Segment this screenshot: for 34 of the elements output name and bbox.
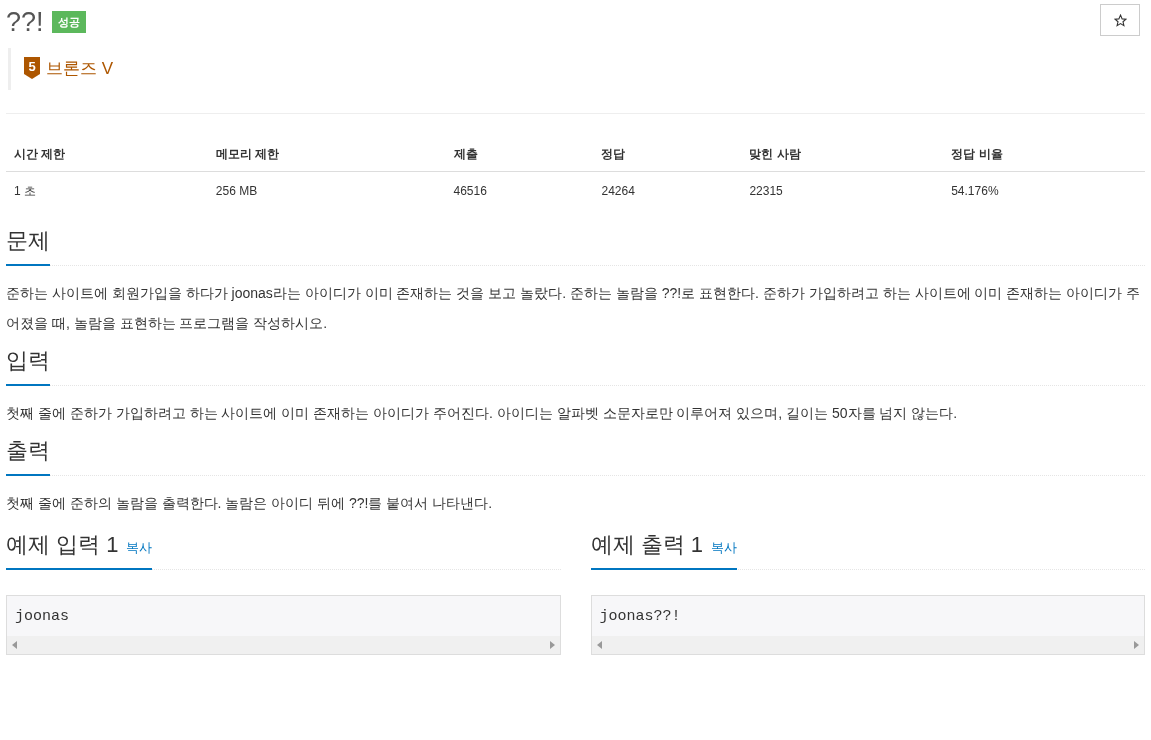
section-heading: 예제 출력 1 <box>590 530 703 559</box>
column-header: 시간 제한 <box>6 136 208 171</box>
sample-code: joonas <box>14 606 70 627</box>
table-cell: 22315 <box>741 171 944 210</box>
section-heading: 출력 <box>6 436 50 465</box>
column-header: 정답 비율 <box>943 136 1145 171</box>
section-heading: 입력 <box>6 346 50 375</box>
scroll-right-icon[interactable] <box>549 641 555 649</box>
column-header: 메모리 제한 <box>207 136 446 171</box>
section-heading: 예제 입력 1 <box>6 530 119 559</box>
table-cell: 24264 <box>593 171 742 210</box>
table-cell: 46516 <box>445 171 594 210</box>
table-cell: 1 초 <box>6 171 208 210</box>
column-header: 정답 <box>593 136 742 171</box>
column-header: 맞힌 사람 <box>741 136 944 171</box>
result-badge: 성공 <box>51 10 86 34</box>
section-text: 첫째 줄에 준하가 가입하려고 하는 사이트에 이미 존재하는 아이디가 주어진다. 아이디는 알파벳 소문자로만 이루어져 있으며, 길이는 50자를 넘지 않는다. <box>6 403 959 423</box>
tier-label: 브론즈 V <box>46 58 114 80</box>
problem-title: ??! <box>6 6 44 39</box>
tier-badge-icon: 5 <box>24 56 40 81</box>
section-text: 준하는 사이트에 회원가입을 하다가 joonas라는 아이디가 이미 존재하는 것을 보고 놀랐다. 준하는 놀람을 ??!로 표현한다. 준하가 가입하려고 하는 사이트에 이미 존재하는 아이디가 주어졌을 때, 놀람을 표현하는 프로그램을 작성하시오. <box>6 283 1142 333</box>
scroll-right-icon[interactable] <box>1134 641 1139 649</box>
column-header: 제출 <box>445 136 594 171</box>
table-cell: 256 MB <box>207 171 446 210</box>
copy-link[interactable]: 복사 <box>710 537 737 557</box>
favorite-button[interactable] <box>1100 4 1140 36</box>
star-icon <box>1113 13 1127 27</box>
scroll-left-icon[interactable] <box>596 641 602 649</box>
copy-link[interactable]: 복사 <box>126 537 153 557</box>
section-text: 첫째 줄에 준하의 놀람을 출력한다. 놀람은 아이디 뒤에 ??!를 붙여서 나타낸다. <box>6 493 494 513</box>
scroll-left-icon[interactable] <box>12 641 17 649</box>
table-cell: 54.176% <box>943 171 1145 210</box>
section-heading: 문제 <box>6 226 50 255</box>
sample-code: joonas??! <box>598 606 682 627</box>
